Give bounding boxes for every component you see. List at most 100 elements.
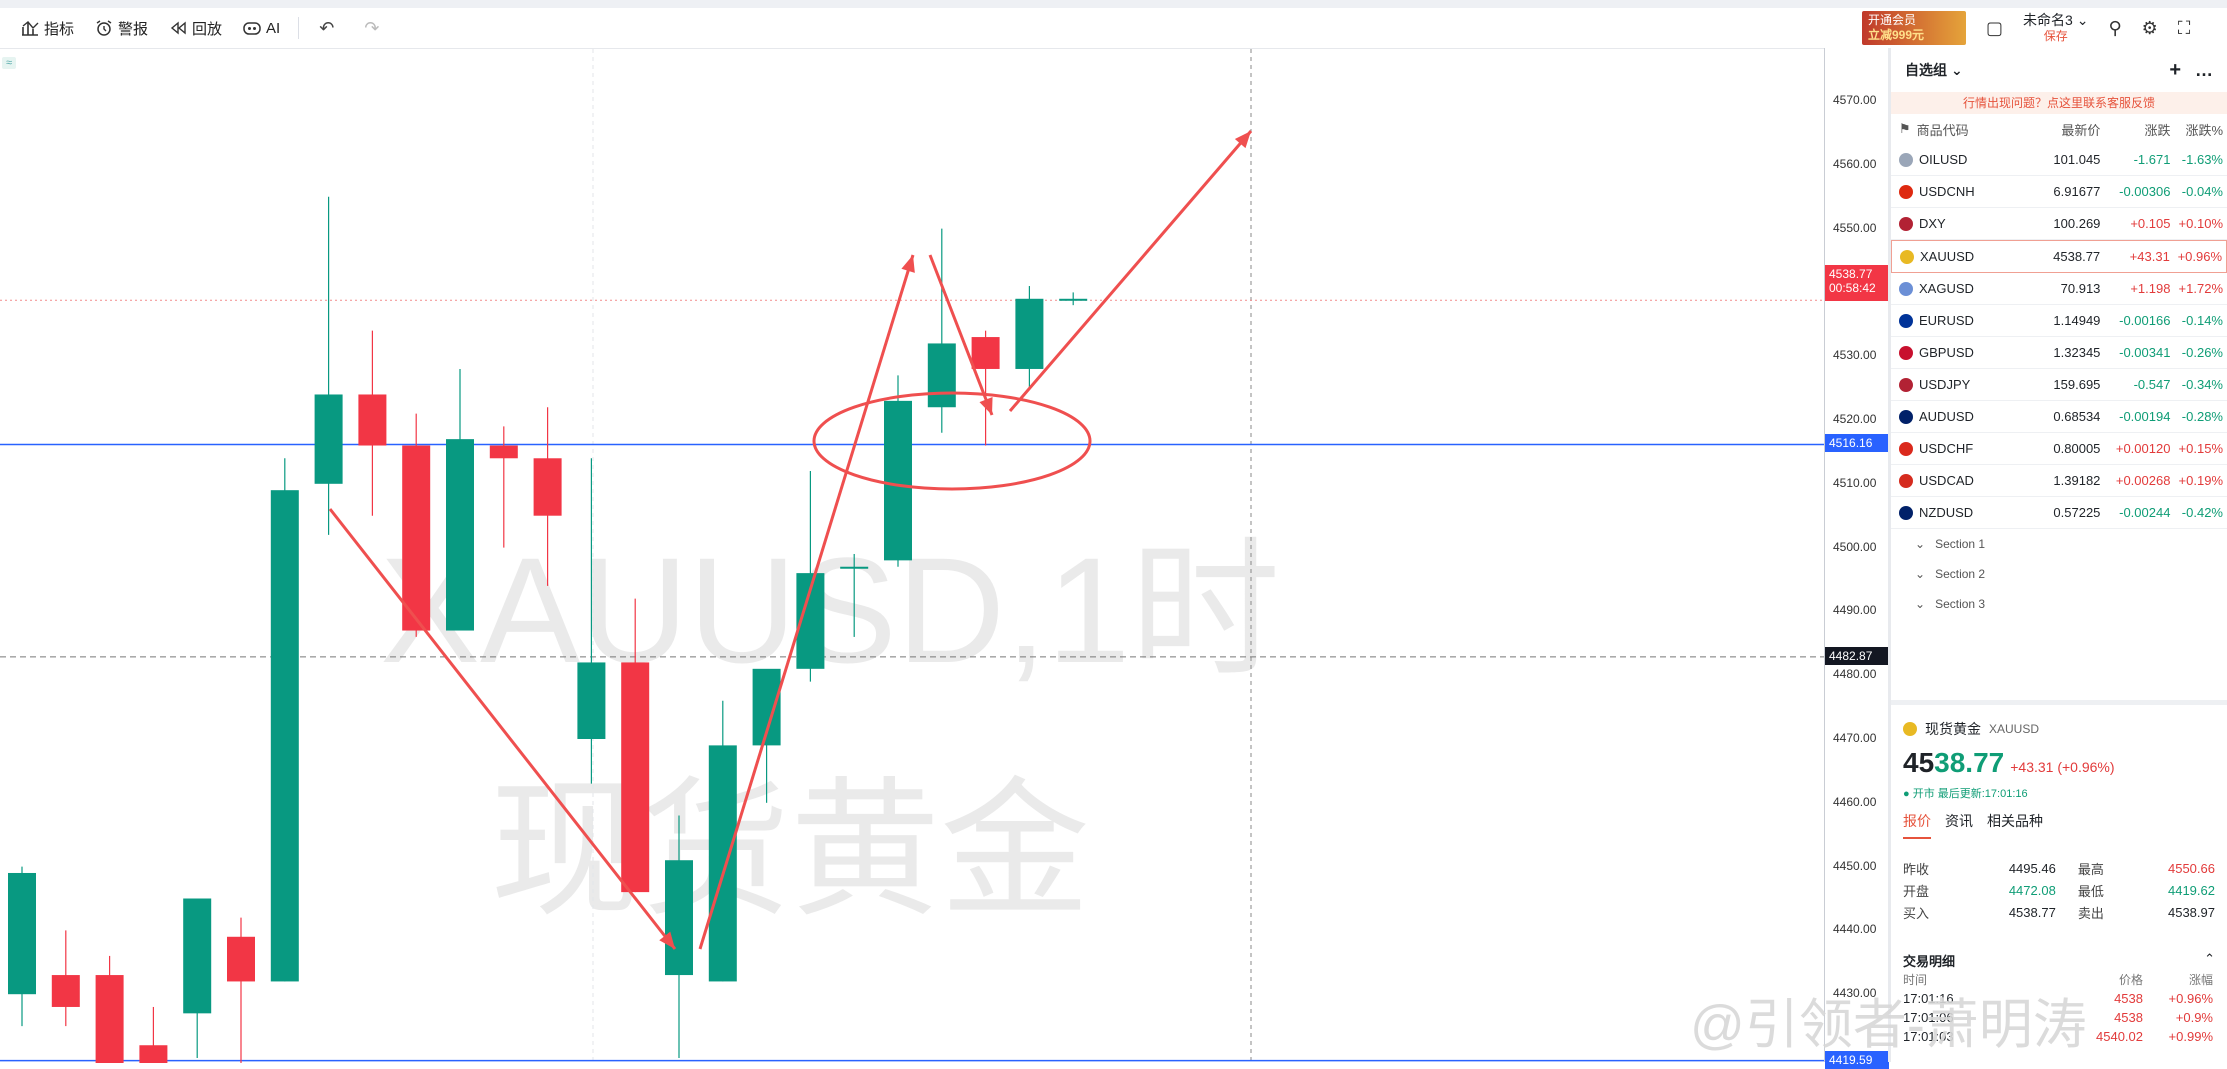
watchlist-row-nzdusd[interactable]: NZDUSD 0.57225 -0.00244 -0.42% — [1891, 497, 2227, 529]
candle-body — [51, 975, 80, 1007]
symbol-label: EURUSD — [1919, 313, 1974, 328]
watchlist-section[interactable]: ⌄ Section 2 — [1891, 559, 2227, 589]
watchlist-row-oilusd[interactable]: OILUSD 101.045 -1.671 -1.63% — [1891, 144, 2227, 176]
watchlist-section[interactable]: ⌄ Section 1 — [1891, 529, 2227, 559]
redo-icon[interactable]: ↷ — [364, 18, 379, 39]
indicators-label: 指标 — [44, 20, 75, 38]
watchlist-title[interactable]: 自选组 — [1905, 60, 1947, 80]
change-pct: +0.96% — [2177, 249, 2223, 264]
trades-title-label: 交易明细 — [1903, 954, 1956, 969]
watchlist-symbol-cell: OILUSD — [1899, 152, 2022, 167]
promo-banner[interactable]: 开通会员 立减999元 — [1862, 11, 1966, 45]
candle-body — [446, 439, 474, 631]
symbol-label: XAUUSD — [1920, 249, 1975, 264]
change: +43.31 — [2129, 249, 2170, 264]
watchlist-symbol-cell: USDCNH — [1899, 184, 2022, 199]
trade-pct: +0.9% — [2175, 1010, 2213, 1025]
price-axis[interactable]: 4570.004560.004550.004540.004530.004520.… — [1824, 48, 1889, 1069]
alert-button[interactable]: 警报 — [94, 18, 148, 39]
column-last[interactable]: 最新价 — [2022, 120, 2100, 139]
quote-value: 4472.08 — [2008, 882, 2056, 898]
change-pct: -0.34% — [2181, 377, 2223, 392]
settings-gear-icon[interactable]: ⚙ — [2142, 18, 2158, 39]
candle-body — [95, 975, 124, 1063]
candle-body — [708, 745, 737, 982]
candlestick-chart — [0, 49, 1824, 1063]
quote-row: 买入 4538.77 卖出 4538.97 — [1891, 901, 2227, 923]
quote-table: 昨收 4495.46 最高 4550.66 开盘 4472.08 最低 4419.62 买入 45… — [1891, 857, 2227, 923]
watchlist-row-xauusd[interactable]: XAUUSD 4538.77 +43.31 +0.96% — [1891, 240, 2227, 273]
watchlist-row-audusd[interactable]: AUDUSD 0.68534 -0.00194 -0.28% — [1891, 401, 2227, 433]
watchlist-row-usdcnh[interactable]: USDCNH 6.91677 -0.00306 -0.04% — [1891, 176, 2227, 208]
watchlist-row-gbpusd[interactable]: GBPUSD 1.32345 -0.00341 -0.26% — [1891, 337, 2227, 369]
chevron-down-icon: ⌄ — [1915, 597, 1926, 611]
last-price: 159.695 — [2053, 377, 2101, 392]
watchlist-row-usdchf[interactable]: USDCHF 0.80005 +0.00120 +0.15% — [1891, 433, 2227, 465]
column-change[interactable]: 涨跌 — [2100, 120, 2170, 139]
price-tick-label: 4440.00 — [1833, 922, 1877, 937]
more-options-icon[interactable]: … — [2195, 60, 2213, 81]
symbol-label: USDCNH — [1919, 184, 1975, 199]
watchlist-row-usdcad[interactable]: USDCAD 1.39182 +0.00268 +0.19% — [1891, 465, 2227, 497]
change: +1.198 — [2130, 281, 2171, 296]
rewind-icon — [170, 21, 186, 35]
alert-label: 警报 — [118, 20, 149, 38]
price-tick-label: 4520.00 — [1833, 412, 1877, 426]
collapse-chevron-icon[interactable]: ⌃ — [2204, 951, 2215, 967]
symbol-flag-icon — [1899, 473, 1913, 488]
promo-line1: 开通会员 — [1868, 13, 1917, 27]
indicators-button[interactable]: 指标 — [20, 18, 74, 39]
detail-change: +43.31 (+0.96%) — [2010, 759, 2115, 775]
watchlist-row-xagusd[interactable]: XAGUSD 70.913 +1.198 +1.72% — [1891, 273, 2227, 305]
candle-body — [1015, 298, 1044, 369]
column-symbol-label: 商品代码 — [1916, 122, 1969, 138]
symbol-flag-icon — [1899, 505, 1913, 520]
layout-square-icon[interactable]: ▢ — [1986, 18, 2003, 39]
watchlist-row-eurusd[interactable]: EURUSD 1.14949 -0.00166 -0.14% — [1891, 305, 2227, 337]
column-symbol[interactable]: ⚑ 商品代码 — [1899, 120, 2022, 139]
symbol-flag-icon — [1899, 377, 1913, 392]
chevron-down-icon[interactable]: ⌄ — [1951, 62, 1963, 79]
price-tick-label: 4530.00 — [1833, 348, 1877, 363]
change: -1.671 — [2133, 152, 2171, 167]
fullscreen-icon[interactable]: ⛶ — [2178, 18, 2191, 39]
watchlist-rows: OILUSD 101.045 -1.671 -1.63% USDCNH 6.91677 -0… — [1891, 144, 2227, 529]
watchlist-symbol-cell: USDCAD — [1899, 473, 2022, 488]
candle-body — [665, 860, 693, 976]
detail-name: 现货黄金 — [1925, 721, 1981, 737]
watchlist-row-dxy[interactable]: DXY 100.269 +0.105 +0.10% — [1891, 208, 2227, 240]
watchlist-symbol-cell: GBPUSD — [1899, 345, 2022, 360]
current-price-tag: 4538.77 00:58:42 — [1825, 265, 1889, 302]
tab-news[interactable]: 资讯 — [1945, 811, 1973, 839]
quote-key: 买入 — [1903, 905, 1930, 921]
chevron-down-icon: ⌄ — [1915, 537, 1926, 551]
column-pct[interactable]: 涨跌% — [2170, 120, 2223, 139]
feedback-notice[interactable]: 行情出现问题？点这里联系客服反馈 — [1891, 92, 2227, 114]
symbol-label: USDJPY — [1919, 377, 1971, 392]
layout-save-label[interactable]: 保存 — [2023, 28, 2088, 44]
replay-button[interactable]: 回放 — [168, 18, 222, 39]
symbol-label: DXY — [1919, 216, 1946, 231]
last-price: 0.68534 — [2053, 409, 2101, 424]
change-pct: -0.14% — [2181, 313, 2223, 328]
quote-value: 4550.66 — [2167, 860, 2215, 876]
symbol-flag-icon — [1899, 409, 1913, 424]
add-symbol-icon[interactable]: + — [2169, 59, 2181, 82]
quote-value: 4495.46 — [2008, 860, 2056, 876]
tab-related[interactable]: 相关品种 — [1987, 811, 2043, 839]
quick-search-icon[interactable]: ⚲ — [2108, 18, 2121, 39]
watchlist-column-headers: ⚑ 商品代码 最新价 涨跌 涨跌% — [1891, 114, 2227, 144]
candle-body — [183, 898, 212, 1014]
change: +0.105 — [2130, 216, 2171, 231]
quote-key: 卖出 — [2077, 905, 2104, 921]
undo-icon[interactable]: ↶ — [319, 18, 334, 39]
watchlist-row-usdjpy[interactable]: USDJPY 159.695 -0.547 -0.34% — [1891, 369, 2227, 401]
quote-row: 开盘 4472.08 最低 4419.62 — [1891, 879, 2227, 901]
detail-price-int: 45 — [1903, 747, 1935, 778]
tab-quote[interactable]: 报价 — [1903, 811, 1931, 839]
last-price: 101.045 — [2053, 152, 2101, 167]
ai-button[interactable]: AI — [242, 18, 280, 38]
watchlist-section[interactable]: ⌄ Section 3 — [1891, 589, 2227, 619]
chart-pane[interactable]: XAUUSD,1时 现货黄金 ≈ — [0, 48, 1824, 1063]
layout-selector[interactable]: 未命名3 ⌄ 保存 — [2023, 12, 2088, 44]
